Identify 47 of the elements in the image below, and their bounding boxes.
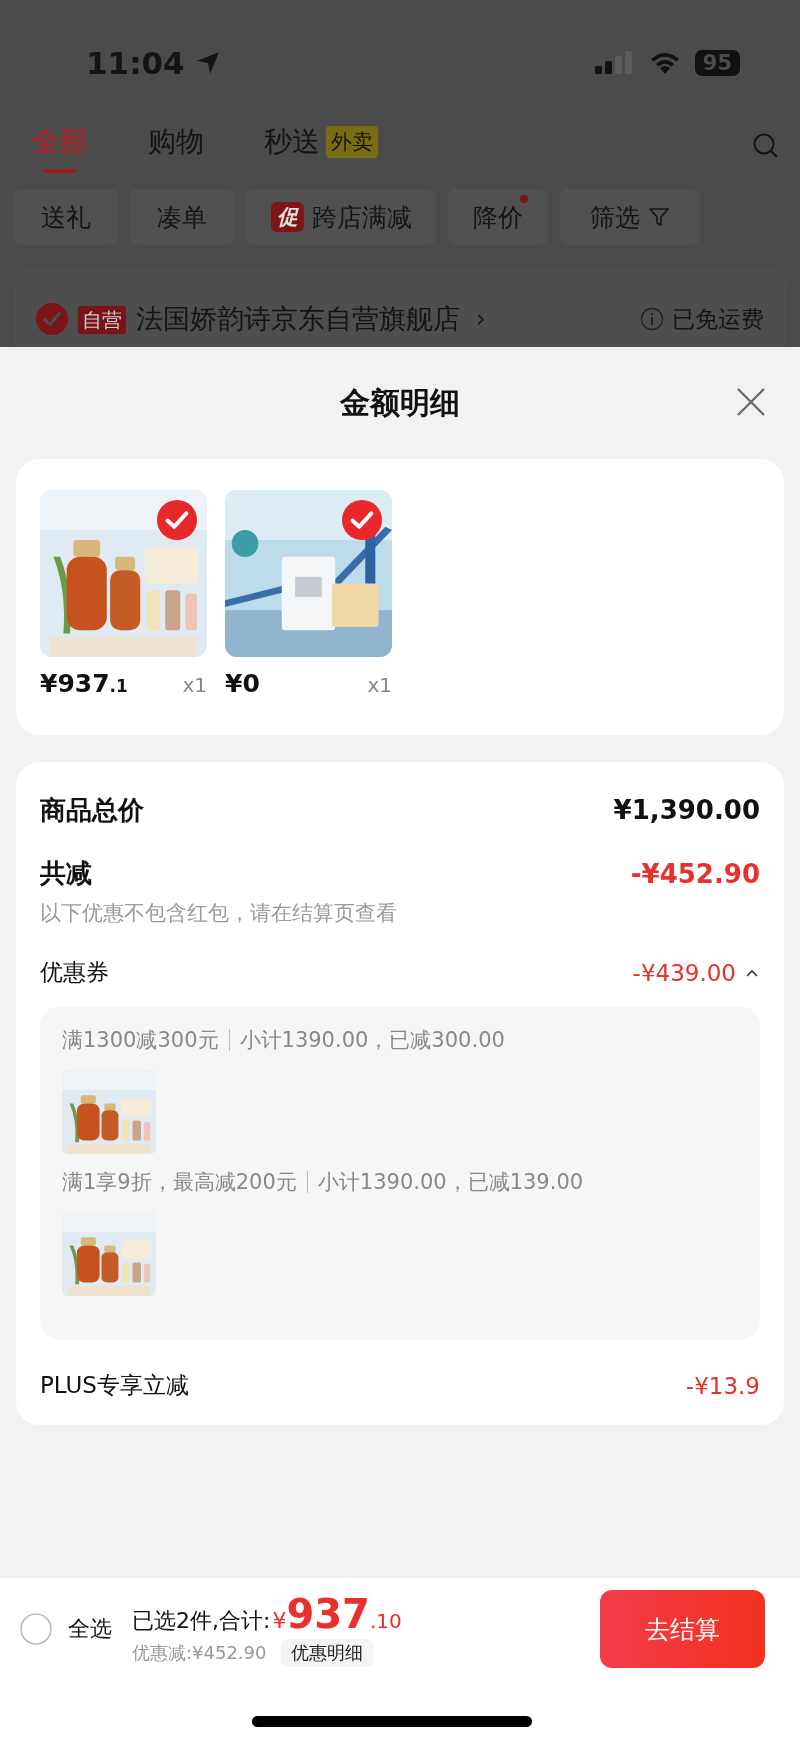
filter-chip[interactable]: 降价	[448, 189, 548, 245]
clock-time: 11:04	[86, 45, 185, 81]
promo-tag: 促	[270, 202, 304, 232]
row-value: -¥439.00	[632, 959, 736, 986]
checkbox[interactable]	[157, 500, 197, 540]
total-fraction: .10	[369, 1609, 402, 1633]
tab[interactable]: 购物	[148, 123, 204, 169]
row-value: -¥13.9	[685, 1372, 760, 1399]
filter-chip[interactable]: 筛选	[560, 189, 700, 245]
coupon-subtotal: 小计1390.00，已减139.00	[317, 1169, 584, 1196]
row-value: -¥452.90	[630, 858, 760, 889]
store-name[interactable]: 法国娇韵诗京东自营旗舰店	[136, 302, 460, 336]
row-label: 商品总价	[40, 793, 144, 827]
product-price: ¥0	[225, 669, 260, 698]
filter-chip[interactable]: 凑单	[130, 189, 234, 245]
close-icon[interactable]	[736, 387, 766, 417]
checkout-button[interactable]: 去结算	[600, 1590, 765, 1668]
tab-badge: 外卖	[326, 126, 378, 158]
currency-sign: ¥	[272, 1608, 287, 1633]
filter-chip[interactable]: 送礼	[14, 189, 118, 245]
select-all-label[interactable]: 全选	[68, 1614, 112, 1644]
signal-icon	[594, 50, 635, 76]
store-checkbox[interactable]	[36, 303, 68, 335]
selected-count: 已选2件,合计:	[132, 1607, 271, 1635]
sheet-title: 金额明细	[340, 383, 460, 422]
row-label: PLUS专享立减	[40, 1371, 189, 1400]
coupon-rule: 满1享9折，最高减200元	[62, 1169, 297, 1196]
row-label: 优惠券	[40, 958, 109, 987]
coupon-rule: 满1300减300元	[62, 1027, 219, 1054]
note-text: 以下优惠不包含红包，请在结算页查看	[40, 900, 398, 927]
product-price: ¥937.1	[40, 669, 128, 698]
product-quantity: x1	[182, 673, 207, 697]
product-quantity: x1	[367, 673, 392, 697]
checkbox[interactable]	[342, 500, 382, 540]
discount-detail-button[interactable]: 优惠明细	[280, 1639, 373, 1667]
row-value: ¥1,390.00	[613, 795, 760, 825]
coupon-subtotal: 小计1390.00，已减300.00	[239, 1027, 505, 1054]
filter-icon	[648, 206, 670, 228]
row-label: 共减	[40, 857, 92, 890]
store-badge: 自营	[78, 306, 126, 334]
shipping-note: 已免运费	[672, 305, 764, 334]
select-all-checkbox[interactable]	[20, 1613, 52, 1645]
filter-chip[interactable]: 促 跨店满减	[246, 189, 436, 245]
total-amount: 937	[286, 1591, 370, 1637]
discount-text: 优惠减:¥452.90	[132, 1641, 267, 1665]
chevron-text: ›	[476, 304, 486, 335]
battery-level: 95	[694, 50, 740, 76]
